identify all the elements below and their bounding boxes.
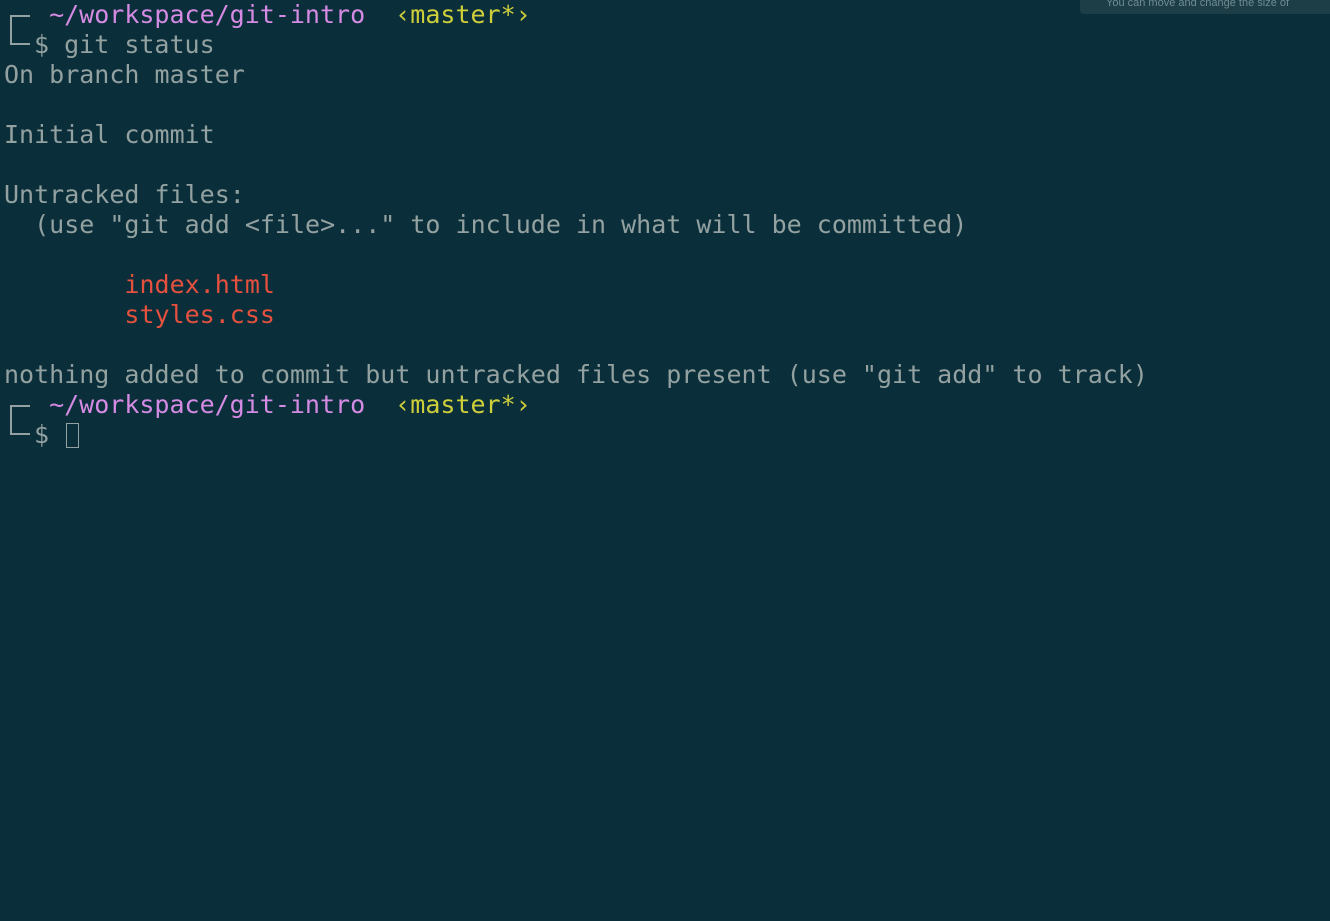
prompt-branch: ‹master*› bbox=[395, 390, 531, 419]
untracked-file-row: styles.css bbox=[4, 300, 1324, 330]
output-branch-line: On branch master bbox=[4, 60, 245, 89]
text-cursor[interactable] bbox=[66, 422, 80, 448]
prompt-corner-bottom-icon bbox=[4, 30, 34, 60]
untracked-file: index.html bbox=[124, 270, 275, 299]
output-hint: (use "git add <file>..." to include in w… bbox=[4, 210, 968, 239]
untracked-file-row: index.html bbox=[4, 270, 1324, 300]
prompt-corner-bottom-icon bbox=[4, 420, 34, 450]
output-untracked-header: Untracked files: bbox=[4, 180, 245, 209]
prompt-path: ~/workspace/git-intro bbox=[49, 390, 366, 419]
prompt-branch: ‹master*› bbox=[395, 0, 531, 29]
prompt-symbol: $ bbox=[34, 30, 50, 59]
command-line-1: $ git status bbox=[4, 30, 1324, 60]
output-summary: nothing added to commit but untracked fi… bbox=[4, 360, 1148, 389]
prompt-corner-top-icon bbox=[4, 0, 34, 30]
command-line-2[interactable]: $ bbox=[4, 420, 1324, 450]
output-initial-commit: Initial commit bbox=[4, 120, 215, 149]
prompt-line-2: ~/workspace/git-intro ‹master*› bbox=[4, 390, 1324, 420]
untracked-file: styles.css bbox=[124, 300, 275, 329]
command-text: git status bbox=[49, 30, 215, 59]
prompt-line-1: ~/workspace/git-intro ‹master*› bbox=[4, 0, 1324, 30]
prompt-symbol: $ bbox=[34, 420, 50, 449]
prompt-corner-top-icon bbox=[4, 390, 34, 420]
terminal-window[interactable]: ~/workspace/git-intro ‹master*› $ git st… bbox=[4, 0, 1324, 921]
prompt-path: ~/workspace/git-intro bbox=[49, 0, 366, 29]
